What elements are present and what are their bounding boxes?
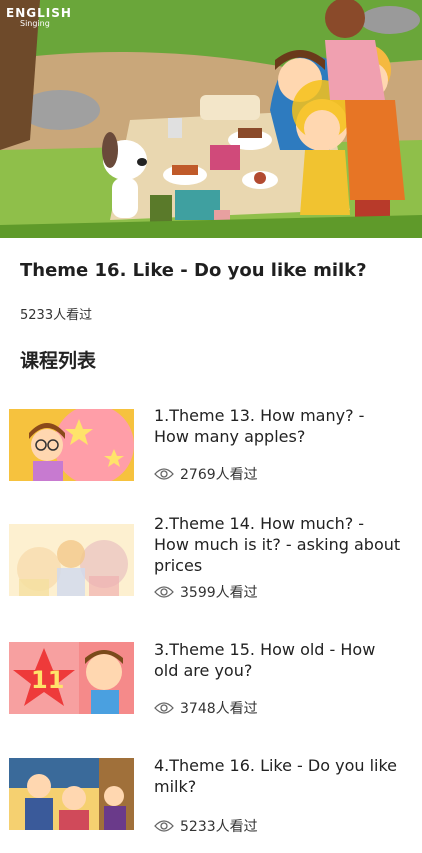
lesson-title-4: 4.Theme 16. Like - Do you like milk? <box>154 756 398 796</box>
lesson-views-1: 2769人看过 <box>154 464 258 484</box>
lesson-item-1[interactable]: 1.Theme 13. How many? - How many apples?… <box>0 400 422 500</box>
lesson-view-count-3: 3748人看过 <box>180 701 258 717</box>
course-view-count: 5233人看过 <box>20 308 93 323</box>
eye-icon <box>154 702 174 714</box>
lesson-view-count-1: 2769人看过 <box>180 467 258 483</box>
lesson-item-2[interactable]: 2.Theme 14. How much? - How much is it? … <box>0 512 422 612</box>
lesson-title-2: 2.Theme 14. How much? - How much is it? … <box>154 514 401 575</box>
lesson-title-1: 1.Theme 13. How many? - How many apples? <box>154 406 365 446</box>
lesson-views-4: 5233人看过 <box>154 816 258 836</box>
hero-illustration <box>0 0 422 238</box>
lesson-thumbnail-2 <box>9 524 134 596</box>
lesson-view-count-4: 5233人看过 <box>180 819 258 835</box>
lesson-thumbnail-3: 11 <box>9 642 134 714</box>
lesson-title-3: 3.Theme 15. How old - How old are you? <box>154 640 376 680</box>
lesson-view-count-2: 3599人看过 <box>180 585 258 601</box>
lesson3-thumb-number: 11 <box>31 666 65 694</box>
lesson-thumbnail-4 <box>9 758 134 830</box>
lesson-item-4[interactable]: 4.Theme 16. Like - Do you like milk? 523… <box>0 752 422 852</box>
english-singing-logo: ENGLISH Singing <box>6 6 72 28</box>
eye-icon <box>154 468 174 480</box>
eye-icon <box>154 586 174 598</box>
course-title: Theme 16. Like - Do you like milk? <box>20 260 367 281</box>
hero-banner[interactable]: ENGLISH Singing <box>0 0 422 238</box>
lesson-item-3[interactable]: 11 3.Theme 15. How old - How old are you… <box>0 636 422 736</box>
lesson-views-3: 3748人看过 <box>154 698 258 718</box>
lesson-thumbnail-1 <box>9 409 134 481</box>
lesson-list-heading: 课程列表 <box>20 350 97 372</box>
eye-icon <box>154 820 174 832</box>
lesson-views-2: 3599人看过 <box>154 582 258 602</box>
